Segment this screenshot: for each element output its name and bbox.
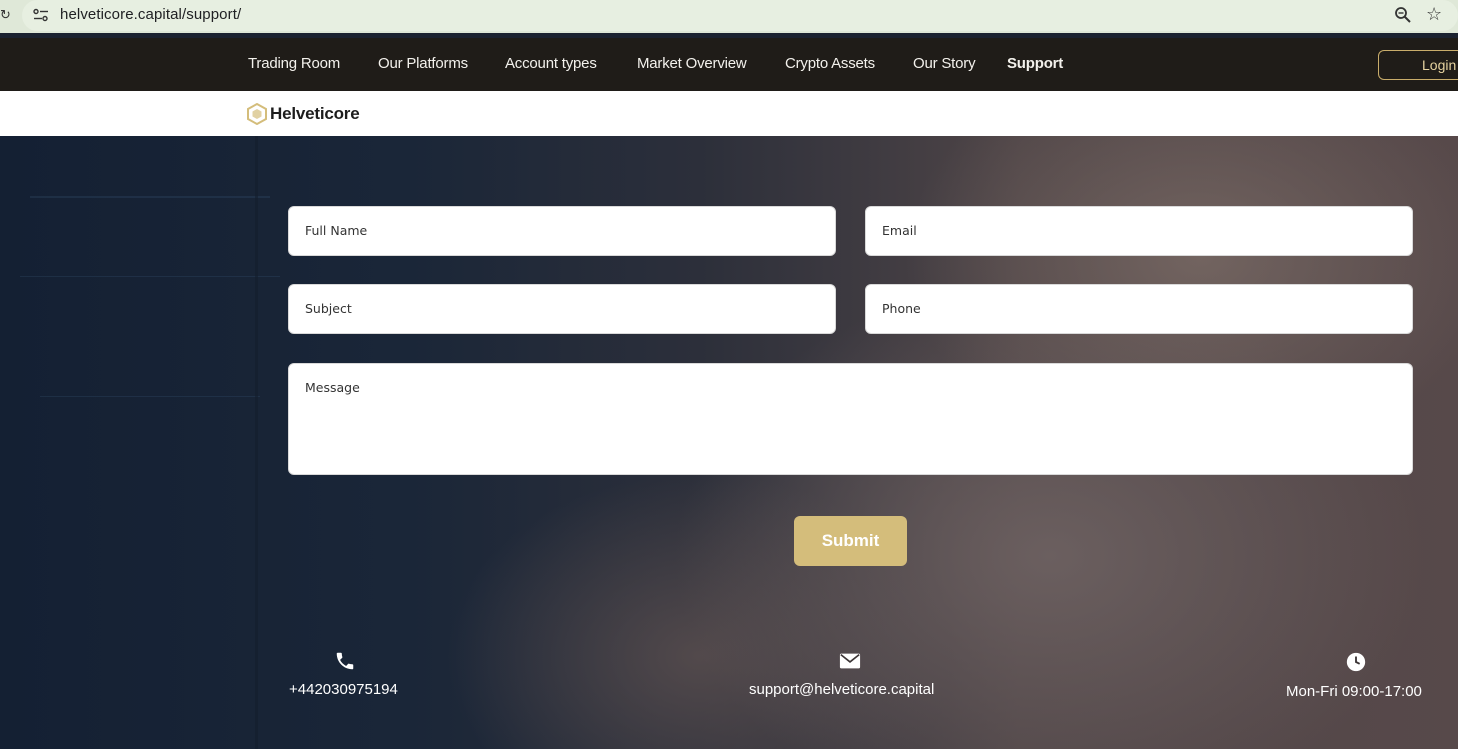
browser-toolbar: ↻ helveticore.capital/support/ ☆ xyxy=(0,0,1458,33)
reload-icon[interactable]: ↻ xyxy=(0,8,11,22)
nav-item-support[interactable]: Support xyxy=(1007,55,1063,72)
phone-icon xyxy=(336,652,354,670)
clock-icon xyxy=(1346,652,1366,672)
login-button[interactable]: Login xyxy=(1378,50,1458,80)
url-text[interactable]: helveticore.capital/support/ xyxy=(60,6,241,23)
nav-item-account-types[interactable]: Account types xyxy=(505,55,597,72)
brand-logo-text[interactable]: Helveticore xyxy=(270,104,360,124)
background-decoration xyxy=(255,136,258,749)
nav-item-crypto-assets[interactable]: Crypto Assets xyxy=(785,55,875,72)
nav-item-trading-room[interactable]: Trading Room xyxy=(248,55,340,72)
background-decoration xyxy=(30,196,270,198)
contact-hours: Mon-Fri 09:00-17:00 xyxy=(1286,683,1422,700)
email-placeholder: Email xyxy=(882,223,917,238)
nav-item-our-platforms[interactable]: Our Platforms xyxy=(378,55,468,72)
support-hero: Full Name Email Subject Phone Message Su… xyxy=(0,136,1458,749)
helveticore-logo-icon[interactable] xyxy=(247,103,267,125)
top-navigation: Trading Room Our Platforms Account types… xyxy=(0,38,1458,91)
submit-button[interactable]: Submit xyxy=(794,516,907,566)
mail-icon xyxy=(839,653,861,669)
full-name-field[interactable]: Full Name xyxy=(288,206,836,256)
subject-field[interactable]: Subject xyxy=(288,284,836,334)
nav-item-our-story[interactable]: Our Story xyxy=(913,55,976,72)
contact-email[interactable]: support@helveticore.capital xyxy=(749,681,934,698)
logo-bar: Helveticore xyxy=(0,91,1458,136)
background-decoration xyxy=(20,276,280,277)
zoom-icon[interactable] xyxy=(1394,6,1412,24)
bookmark-star-icon[interactable]: ☆ xyxy=(1426,5,1444,23)
subject-placeholder: Subject xyxy=(305,301,352,316)
phone-placeholder: Phone xyxy=(882,301,921,316)
email-field[interactable]: Email xyxy=(865,206,1413,256)
site-info-icon[interactable] xyxy=(33,8,49,22)
contact-phone[interactable]: +442030975194 xyxy=(289,681,398,698)
message-placeholder: Message xyxy=(305,380,360,395)
phone-field[interactable]: Phone xyxy=(865,284,1413,334)
nav-item-market-overview[interactable]: Market Overview xyxy=(637,55,747,72)
full-name-placeholder: Full Name xyxy=(305,223,368,238)
message-textarea[interactable]: Message xyxy=(288,363,1413,475)
background-decoration xyxy=(40,396,260,397)
